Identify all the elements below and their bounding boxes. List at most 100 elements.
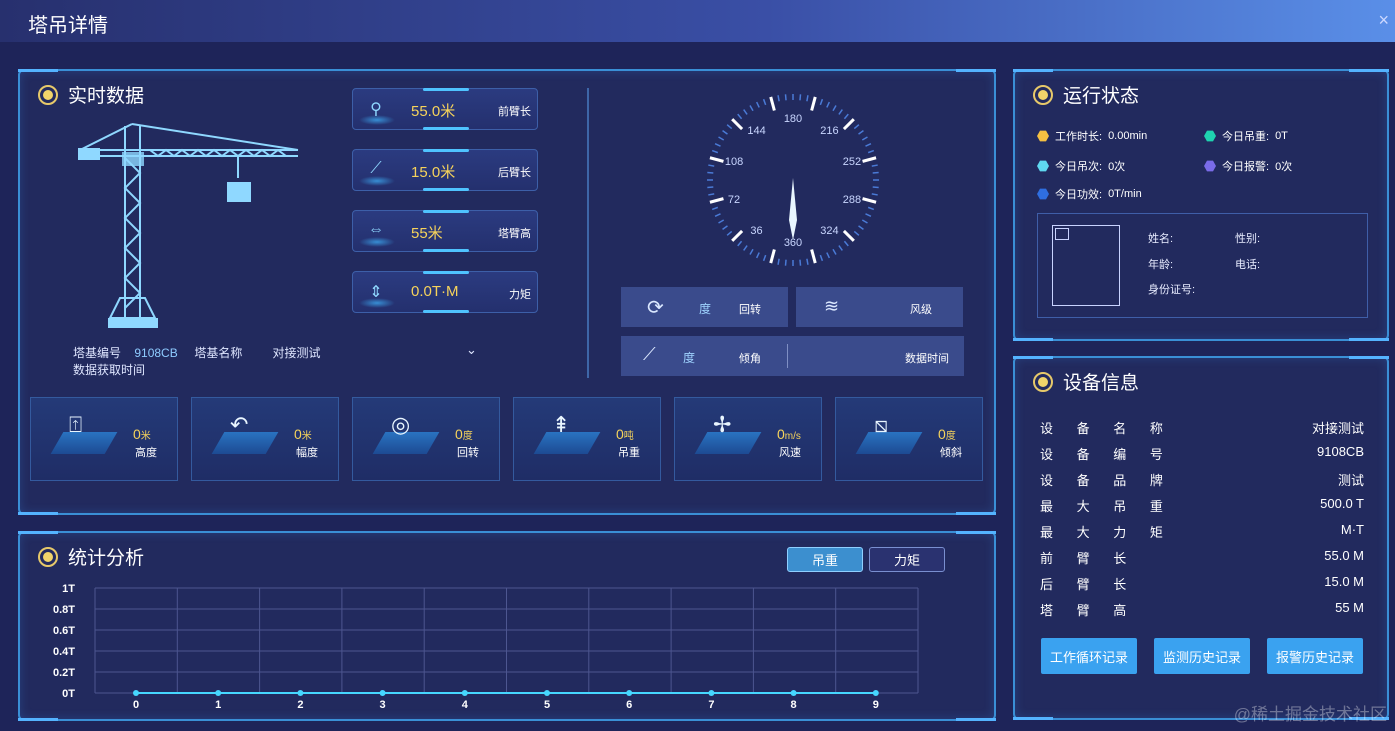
stat-work-time: 工作时长: 0.00min [1037, 128, 1147, 144]
tilt-unit: 度 [683, 351, 696, 365]
compass-tick [810, 96, 817, 111]
compass-tick [707, 171, 714, 174]
compass-tick [718, 219, 725, 224]
status-title-text: 运行状态 [1063, 85, 1140, 107]
data-point [297, 690, 304, 696]
stat-value: 0.00min [1108, 130, 1148, 142]
alarm-history-button[interactable]: 报警历史记录 [1267, 638, 1363, 674]
tilt-icon: ⟋ [643, 344, 656, 364]
compass-tick [842, 118, 855, 131]
tile-load: ⇞ 0吨 吊重 [513, 397, 661, 481]
height-icon: ⇕ [369, 284, 383, 301]
device-info-value: 测试 [1337, 473, 1364, 488]
title-dot-icon [1033, 84, 1053, 105]
metric-torque: ⇕ 0.0T·M 力矩 [352, 271, 538, 313]
hex-icon [1204, 130, 1216, 142]
tile-label: 倾斜 [940, 447, 962, 459]
load-line-chart: 0T 0.2T 0.4T 0.6T 0.8T 1T 0 1 2 3 4 5 6 7 8 9 [53, 583, 919, 711]
monitor-history-button[interactable]: 监测历史记录 [1154, 638, 1250, 674]
tab-load[interactable]: 吊重 [787, 547, 863, 572]
compass-tick [755, 252, 760, 259]
stat-today-count: 今日吊次: 0次 [1037, 158, 1125, 174]
compass-tick [872, 171, 879, 174]
tile-value: 0 [455, 426, 463, 442]
tile-value: 0 [294, 426, 302, 442]
compass-tick [731, 229, 744, 242]
compass-tick [743, 245, 748, 251]
metric-value: 15.0米 [411, 164, 456, 181]
x-tick-label: 9 [873, 699, 879, 711]
device-info-value: 55.0 M [1324, 548, 1364, 563]
realtime-title-text: 实时数据 [68, 85, 145, 107]
compass-tick [743, 109, 748, 115]
angle-icon: ⟋ [370, 160, 382, 177]
compass-tick [784, 94, 787, 101]
x-tick-label: 7 [708, 699, 714, 711]
tile-wind: ✢ 0m/s 风速 [674, 397, 822, 481]
tile-tilt: ⧅ 0度 倾斜 [835, 397, 983, 481]
compass-label: 216 [820, 125, 838, 137]
data-time-label: 数据时间 [905, 353, 949, 365]
stat-value: 0次 [1275, 161, 1293, 173]
compass-tick [755, 101, 760, 108]
base-name-label: 塔基名称 [194, 346, 243, 360]
compass-tick [769, 96, 776, 111]
compass-label: 72 [728, 194, 740, 206]
photo-placeholder-icon [1055, 228, 1069, 240]
compass-tick [826, 101, 831, 108]
rotate-unit: 度 [699, 302, 712, 316]
tilt-divider [787, 344, 788, 368]
y-tick-label: 0.6T [53, 625, 75, 637]
metric-front-arm: ⚲ 55.0米 前臂长 [352, 88, 538, 130]
x-tick-label: 2 [297, 699, 303, 711]
compass-tick [843, 240, 849, 247]
operator-card: 姓名: 性别: 年龄: 电话: 身份证号: [1037, 213, 1368, 318]
stats-title-text: 统计分析 [68, 547, 145, 569]
compass-tick [861, 219, 868, 224]
metric-label: 力矩 [509, 289, 531, 301]
metric-value: 0.0T·M [411, 283, 459, 300]
chevron-down-icon[interactable]: ⌄ [466, 342, 477, 358]
wind-label: 风级 [910, 304, 932, 316]
compass-tick [832, 105, 837, 112]
title-dot-icon [38, 84, 58, 105]
tab-torque[interactable]: 力矩 [869, 547, 945, 572]
close-icon[interactable]: × [1378, 10, 1389, 31]
compass-tick [799, 94, 802, 101]
compass-label: 36 [750, 225, 762, 237]
compass-tick [871, 193, 878, 196]
device-info-value: 9108CB [1317, 444, 1364, 459]
compass-tick [826, 252, 831, 259]
compass-label: 180 [784, 113, 802, 125]
work-cycle-record-button[interactable]: 工作循环记录 [1041, 638, 1137, 674]
tile-height: ⍐ 0米 高度 [30, 397, 178, 481]
window-titlebar: 塔吊详情 × [0, 0, 1395, 42]
device-info-key: 塔 臂 高 [1040, 603, 1137, 618]
base-name-value: 对接测试 [272, 346, 321, 360]
title-dot-icon [1033, 371, 1053, 392]
compass-tick [799, 259, 802, 266]
data-point [790, 690, 797, 696]
tilt-box: ⟋ 度 倾角 数据时间 [621, 336, 964, 376]
compass-tick [709, 197, 724, 204]
device-info-key: 前 臂 长 [1040, 551, 1137, 566]
x-tick-label: 4 [462, 699, 469, 711]
fan-icon: ✢ [713, 412, 732, 437]
data-point [544, 690, 550, 696]
tile-unit: 吨 [623, 431, 634, 442]
compass-tick [737, 240, 743, 247]
tile-value: 0 [133, 426, 141, 442]
compass-tick [842, 229, 855, 242]
compass-tick [858, 130, 864, 135]
compass-tick [762, 254, 767, 262]
wind-box: ≋ 风级 [796, 287, 963, 327]
metric-tower-height: ⇔ 55米 塔臂高 [352, 210, 538, 252]
data-point [708, 690, 715, 696]
hex-icon [1037, 130, 1049, 142]
data-point [133, 690, 139, 696]
compass-tick [784, 259, 787, 266]
tile-unit: 度 [462, 431, 473, 442]
device-info-key: 设 备 品 牌 [1040, 473, 1173, 488]
device-title: 设备信息 [1033, 368, 1139, 395]
stats-title: 统计分析 [38, 543, 144, 570]
